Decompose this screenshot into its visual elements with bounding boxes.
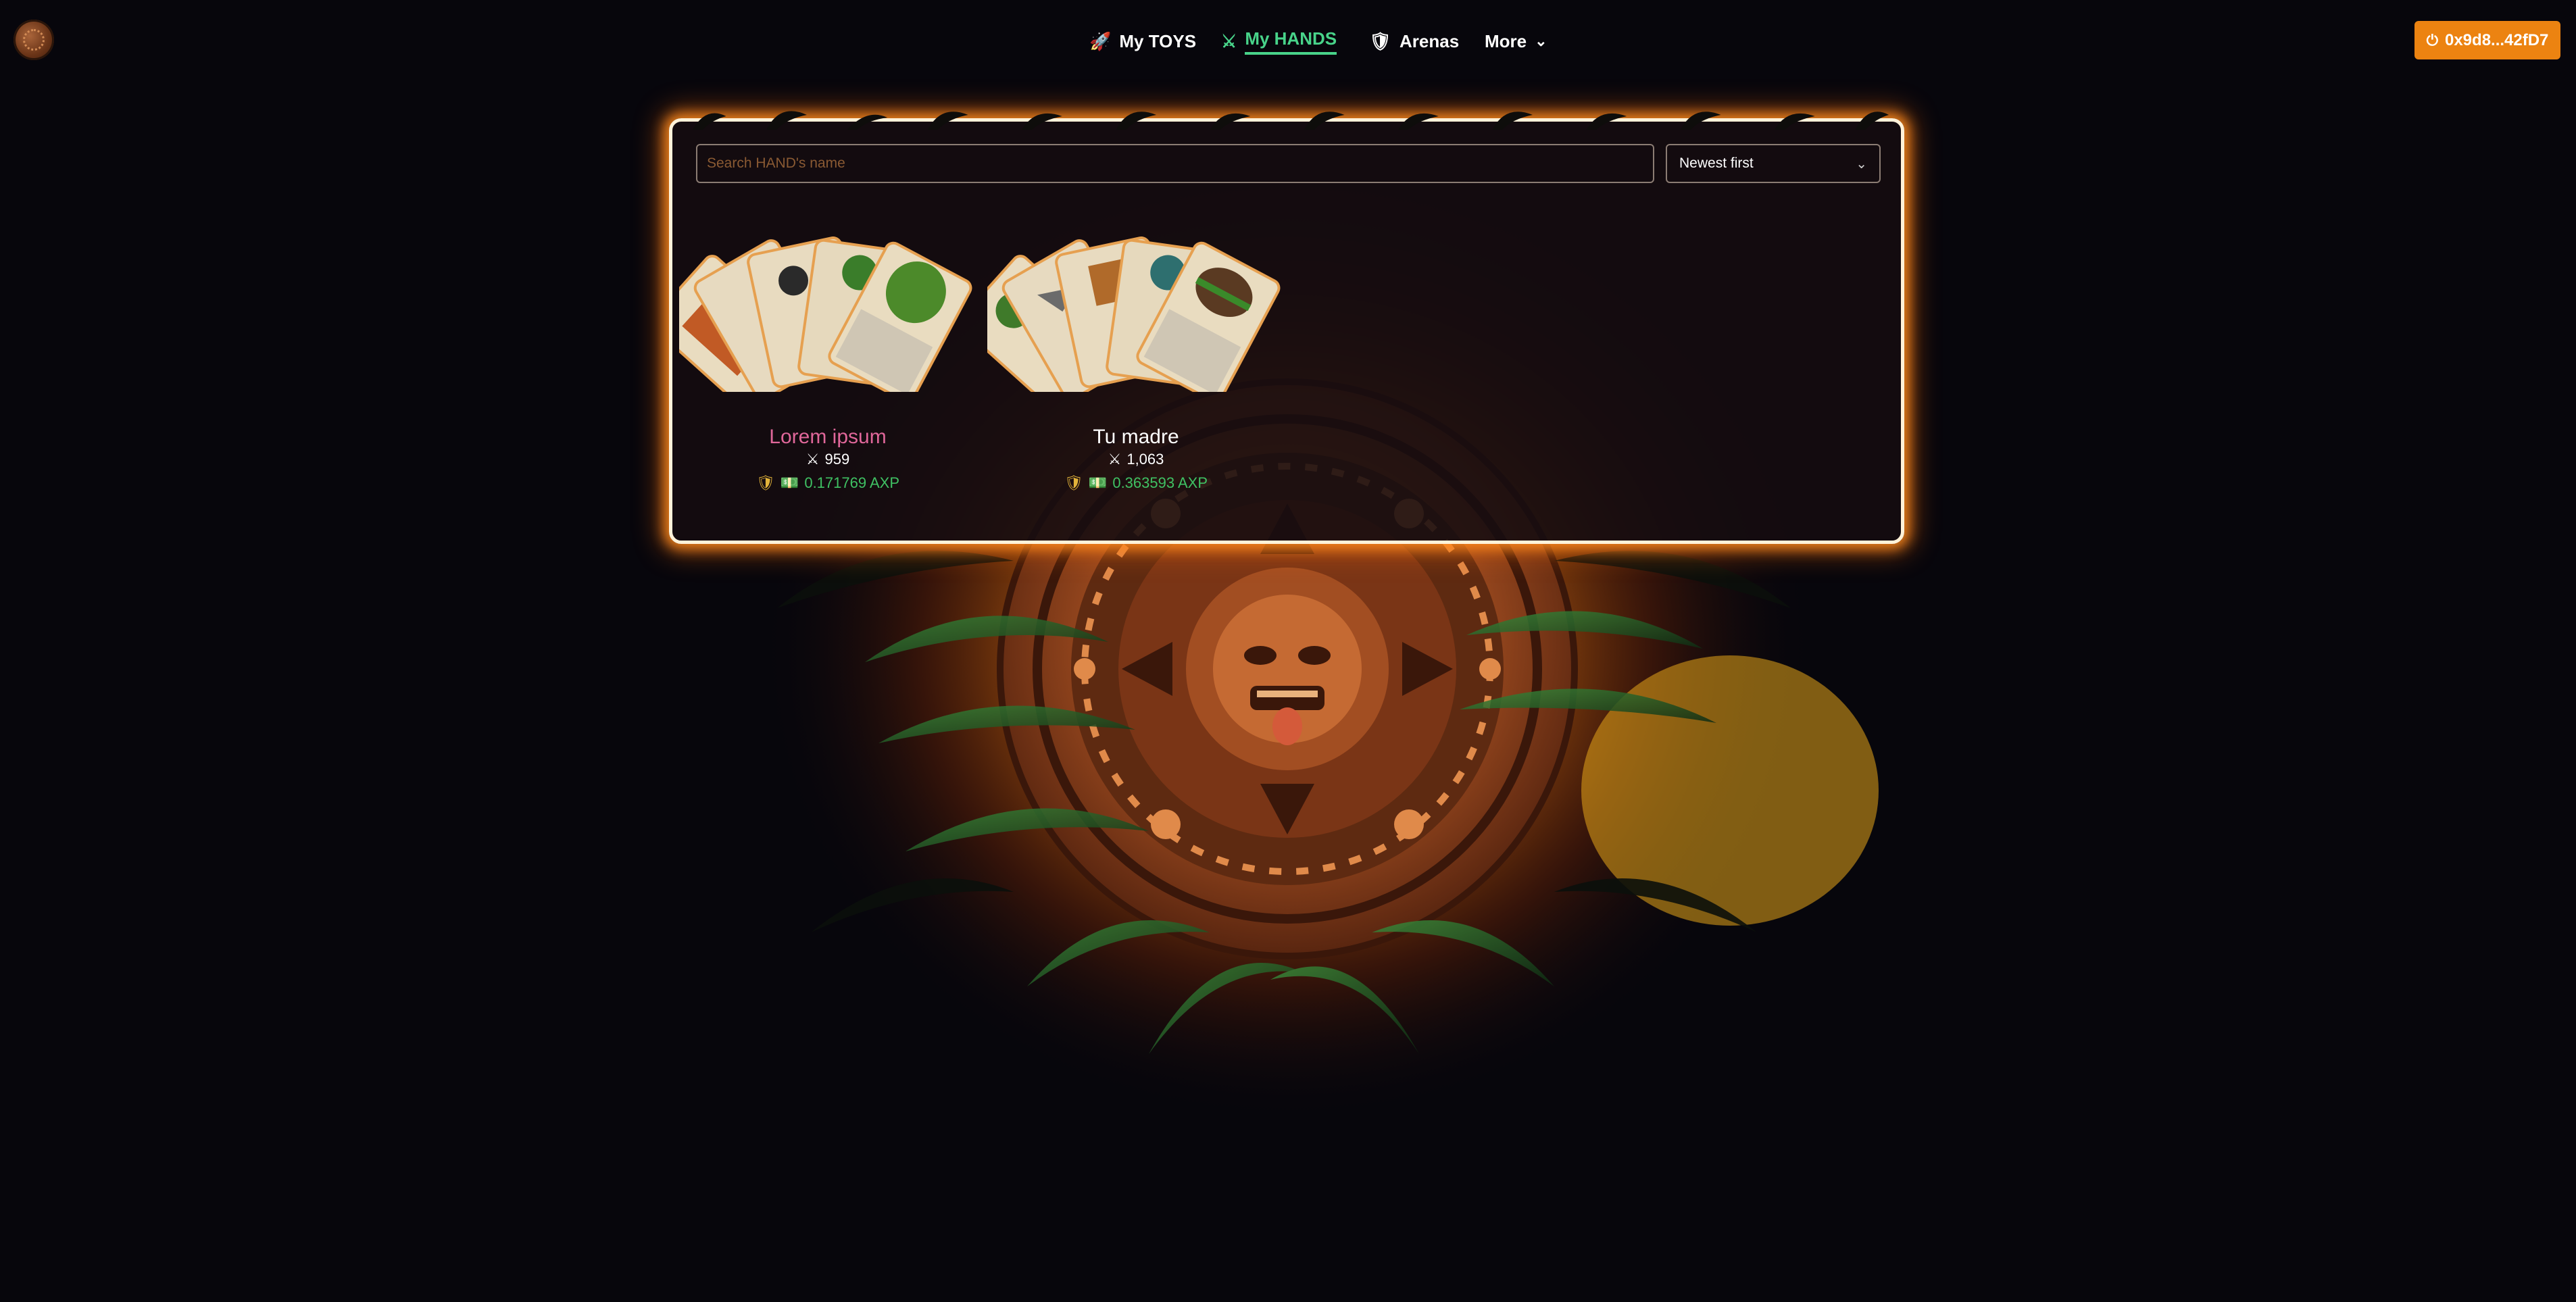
hand-card[interactable]: Tu madre ⚔ 1,063 🛡 💵 0.363593 AXP — [987, 223, 1285, 491]
cash-icon: 💵 — [1088, 474, 1108, 491]
hand-battles: ⚔ 1,063 — [987, 451, 1285, 468]
hand-axp: 🛡 💵 0.171769 AXP — [679, 474, 976, 492]
hand-cards-fan — [987, 236, 1281, 392]
hands-panel: Newest first ⌄ Lorem ipsum ⚔959 🛡💵0.1717… — [669, 111, 1904, 544]
wallet-address: 0x9d8...42fD7 — [2444, 30, 2549, 49]
wallet-button[interactable]: ⏻ 0x9d8...42fD7 — [2414, 21, 2560, 59]
chevron-down-icon: ⌄ — [1856, 156, 1867, 172]
crossed-swords-icon: ⚔ — [806, 451, 820, 468]
hand-battles: ⚔ 959 — [679, 451, 976, 468]
hand-battles-value: 1,063 — [1126, 451, 1164, 468]
sort-select-value: Newest first — [1679, 155, 1754, 171]
search-hands-input[interactable] — [696, 144, 1654, 183]
hand-name[interactable]: Tu madre — [987, 426, 1285, 449]
nav-more[interactable]: More ⌄ — [1485, 26, 1547, 57]
shield-icon: 🛡 — [1369, 30, 1392, 51]
nav-arenas[interactable]: 🛡 Arenas — [1369, 26, 1459, 57]
rocket-icon: 🚀 — [1089, 30, 1112, 51]
hand-battles-value: 959 — [824, 451, 850, 468]
crossed-swords-icon: ⚔ — [1221, 30, 1237, 51]
hand-axp: 🛡 💵 0.363593 AXP — [987, 474, 1285, 492]
sort-select[interactable]: Newest first ⌄ — [1666, 144, 1881, 183]
hand-card[interactable]: Lorem ipsum ⚔ 959 🛡 💵 0.171769 AXP — [679, 223, 976, 491]
nav-arenas-label: Arenas — [1400, 30, 1460, 51]
shield-icon: 🛡 — [1064, 474, 1083, 491]
app-logo[interactable] — [14, 20, 54, 60]
shield-icon: 🛡 — [756, 474, 775, 491]
hand-axp-value: 0.363593 AXP — [1112, 474, 1208, 491]
hand-axp-value: 0.171769 AXP — [804, 474, 900, 491]
nav-more-label: More — [1485, 30, 1527, 51]
hand-cards-fan — [679, 236, 972, 392]
power-icon: ⏻ — [2426, 31, 2438, 49]
top-navigation: 🚀 My TOYS ⚔ My HANDS 🛡 Arenas More ⌄ ⏻ 0… — [0, 0, 2576, 81]
crossed-swords-icon: ⚔ — [1108, 451, 1122, 468]
cash-icon: 💵 — [780, 474, 799, 491]
hand-name[interactable]: Lorem ipsum — [679, 426, 976, 449]
nav-my-toys[interactable]: 🚀 My TOYS — [1089, 26, 1196, 57]
nav-my-toys-label: My TOYS — [1119, 30, 1197, 51]
nav-my-hands-label: My HANDS — [1245, 28, 1337, 55]
chevron-down-icon: ⌄ — [1535, 32, 1547, 49]
nav-my-hands[interactable]: ⚔ My HANDS — [1221, 26, 1337, 57]
